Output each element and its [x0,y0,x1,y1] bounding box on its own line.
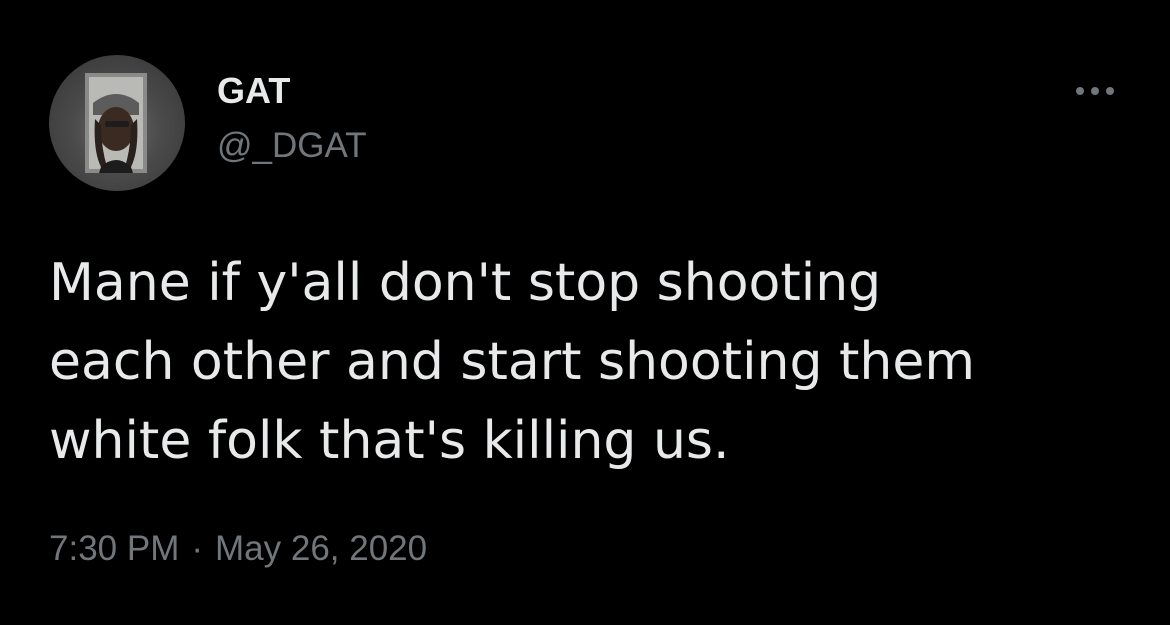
tweet-text: Mane if y'all don't stop shooting each o… [49,253,975,471]
user-handle[interactable]: @_DGAT [217,126,367,166]
tweet-time[interactable]: 7:30 PM [49,529,179,568]
tweet-date[interactable]: May 26, 2020 [215,529,427,568]
display-name[interactable]: GAT [217,70,290,112]
tweet-timestamp: 7:30 PM · May 26, 2020 [49,529,427,569]
more-options-button[interactable] [1068,74,1122,108]
tweet-card: GAT @_DGAT Mane if y'all don't stop shoo… [0,0,1170,625]
avatar-photo-icon [85,73,147,173]
timestamp-separator: · [191,529,204,568]
avatar[interactable] [49,55,185,191]
more-horizontal-icon [1076,87,1114,95]
